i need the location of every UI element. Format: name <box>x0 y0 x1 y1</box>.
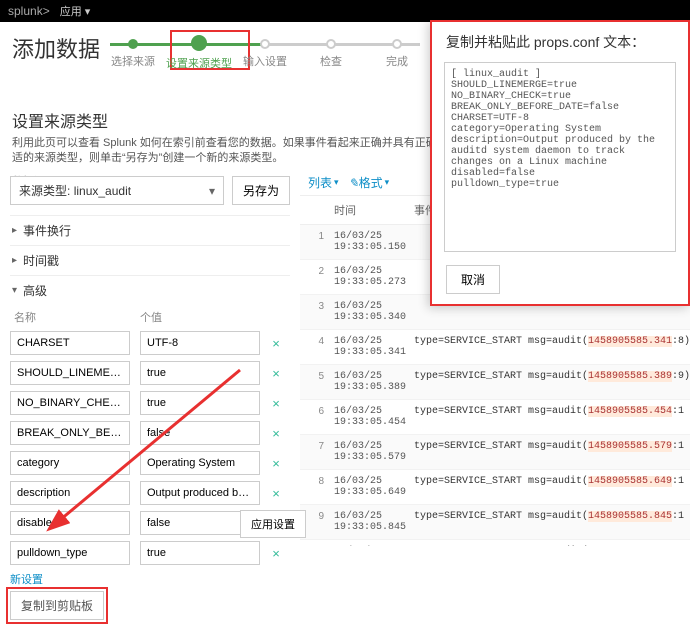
kv-key-input[interactable] <box>10 451 130 475</box>
chevron-down-icon: ▾ <box>12 285 17 296</box>
event-row[interactable]: 516/03/2519:33:05.389type=SERVICE_START … <box>300 365 690 400</box>
view-list-toggle[interactable]: 列表▾ <box>308 174 339 191</box>
remove-row-icon[interactable]: × <box>266 366 286 381</box>
remove-row-icon[interactable]: × <box>266 546 286 561</box>
step-review[interactable]: 检查 <box>298 31 364 69</box>
kv-key-input[interactable] <box>10 331 130 355</box>
kv-row: × <box>10 361 290 385</box>
chevron-right-icon: ▸ <box>12 225 17 236</box>
kv-row: × <box>10 421 290 445</box>
event-time: 16/03/2519:33:05.340 <box>330 295 410 329</box>
kv-value-input[interactable] <box>140 361 260 385</box>
event-time: 16/03/2519:33:05.341 <box>330 330 410 364</box>
kv-value-input[interactable] <box>140 391 260 415</box>
event-time: 16/03/2519:33:05.273 <box>330 260 410 294</box>
event-index: 5 <box>300 365 330 399</box>
event-index: 7 <box>300 435 330 469</box>
accordion-linebreak[interactable]: ▸事件换行 <box>10 215 290 245</box>
event-time: 16/03/2519:33:05.845 <box>330 505 410 539</box>
event-raw: type=SERVICE_START msg=audit(1458905585.… <box>410 365 690 399</box>
save-as-button[interactable]: 另存为 <box>232 176 290 205</box>
event-time: 16/03/2519:33:05.150 <box>330 225 410 259</box>
event-row[interactable]: 616/03/2519:33:05.454type=SERVICE_START … <box>300 400 690 435</box>
kv-key-input[interactable] <box>10 391 130 415</box>
kv-value-input[interactable] <box>140 481 260 505</box>
step-done[interactable]: 完成 <box>364 31 430 69</box>
accordion-timestamp[interactable]: ▸时间戳 <box>10 245 290 275</box>
event-time: 16/03/2519:33:05.849 <box>330 540 410 546</box>
event-time: 16/03/2519:33:05.454 <box>330 400 410 434</box>
event-raw: type=SERVICE_START msg=audit(1458905585.… <box>410 435 690 469</box>
format-toggle[interactable]: ✎ 格式▾ <box>349 174 390 191</box>
step-set-sourcetype[interactable]: 设置来源类型 <box>166 30 232 71</box>
cancel-button[interactable]: 取消 <box>446 265 500 294</box>
apply-settings-button[interactable]: 应用设置 <box>240 510 306 538</box>
kv-row: × <box>10 451 290 475</box>
event-raw: type=SERVICE_START msg=audit(1458905585.… <box>410 540 690 546</box>
event-row[interactable]: 716/03/2519:33:05.579type=SERVICE_START … <box>300 435 690 470</box>
sourcetype-dropdown[interactable]: 来源类型: linux_audit ▾ <box>10 176 224 205</box>
props-conf-modal: 复制并粘贴此 props.conf 文本： 取消 <box>430 20 690 306</box>
event-index: 1 <box>300 225 330 259</box>
event-index: 10 <box>300 540 330 546</box>
event-row[interactable]: 816/03/2519:33:05.649type=SERVICE_START … <box>300 470 690 505</box>
kv-key-input[interactable] <box>10 361 130 385</box>
kv-key-input[interactable] <box>10 481 130 505</box>
remove-row-icon[interactable]: × <box>266 336 286 351</box>
modal-title: 复制并粘贴此 props.conf 文本： <box>432 22 688 62</box>
new-setting-link[interactable]: 新设置 <box>10 571 290 587</box>
brand-logo: splunk> <box>8 4 50 18</box>
event-row[interactable]: 916/03/2519:33:05.845type=SERVICE_START … <box>300 505 690 540</box>
event-index: 6 <box>300 400 330 434</box>
event-index: 3 <box>300 295 330 329</box>
wizard-stepper: 选择来源 设置来源类型 输入设置 检查 完成 <box>100 30 430 70</box>
event-raw: type=SERVICE_START msg=audit(1458905585.… <box>410 400 690 434</box>
step-input-settings[interactable]: 输入设置 <box>232 31 298 69</box>
event-index: 8 <box>300 470 330 504</box>
settings-panel: 来源类型: linux_audit ▾ 另存为 ▸事件换行 ▸时间戳 ▾高级 名… <box>0 170 300 546</box>
kv-row: × <box>10 481 290 505</box>
copy-to-clipboard-button[interactable]: 复制到剪贴板 <box>10 591 104 620</box>
event-time: 16/03/2519:33:05.649 <box>330 470 410 504</box>
remove-row-icon[interactable]: × <box>266 396 286 411</box>
kv-key-input[interactable] <box>10 511 130 535</box>
remove-row-icon[interactable]: × <box>266 486 286 501</box>
event-row[interactable]: 1016/03/2519:33:05.849type=SERVICE_START… <box>300 540 690 546</box>
event-index: 2 <box>300 260 330 294</box>
props-conf-textarea[interactable] <box>444 62 676 252</box>
apps-menu[interactable]: 应用 ▾ <box>60 3 91 19</box>
kv-value-input[interactable] <box>140 331 260 355</box>
event-raw: type=SERVICE_START msg=audit(1458905585.… <box>410 470 690 504</box>
remove-row-icon[interactable]: × <box>266 426 286 441</box>
app-topbar: splunk> 应用 ▾ <box>0 0 690 22</box>
chevron-right-icon: ▸ <box>12 255 17 266</box>
event-row[interactable]: 416/03/2519:33:05.341type=SERVICE_START … <box>300 330 690 365</box>
kv-key-input[interactable] <box>10 421 130 445</box>
event-index: 4 <box>300 330 330 364</box>
event-time: 16/03/2519:33:05.389 <box>330 365 410 399</box>
event-raw: type=SERVICE_START msg=audit(1458905585.… <box>410 330 690 364</box>
accordion-advanced[interactable]: ▾高级 <box>10 275 290 305</box>
kv-key-input[interactable] <box>10 541 130 565</box>
chevron-down-icon: ▾ <box>209 184 215 198</box>
kv-value-input[interactable] <box>140 421 260 445</box>
kv-row: × <box>10 541 290 565</box>
event-raw: type=SERVICE_START msg=audit(1458905585.… <box>410 505 690 539</box>
kv-row: × <box>10 331 290 355</box>
remove-row-icon[interactable]: × <box>266 456 286 471</box>
kv-value-input[interactable] <box>140 451 260 475</box>
kv-header: 名称 个值 <box>10 309 290 325</box>
event-time: 16/03/2519:33:05.579 <box>330 435 410 469</box>
kv-row: × <box>10 391 290 415</box>
kv-value-input[interactable] <box>140 541 260 565</box>
step-select-source[interactable]: 选择来源 <box>100 31 166 69</box>
